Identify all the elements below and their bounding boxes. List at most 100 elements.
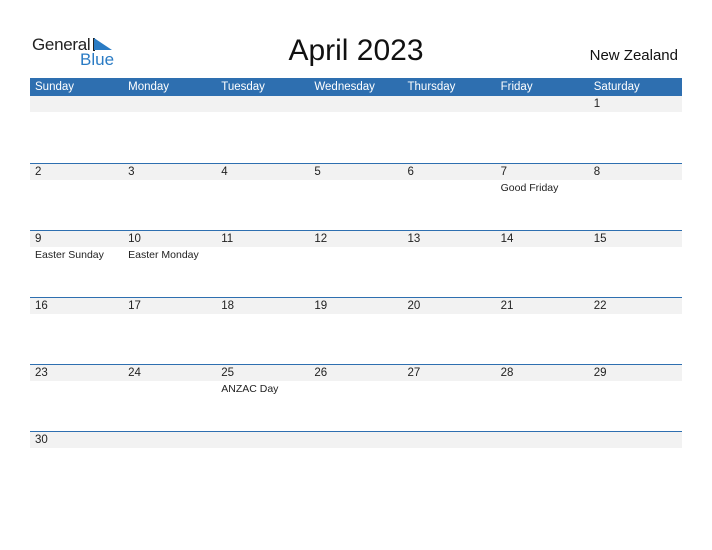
- holiday-label: [309, 448, 402, 449]
- weeks-container: 1 2 3 4 5 6 7 8 Good Friday 9 10 11 12 13 14 15 Easter S…: [30, 96, 682, 498]
- day-number: 5: [314, 166, 321, 178]
- day-number: 3: [128, 166, 135, 178]
- events-row: [30, 448, 682, 449]
- weekday-monday: Monday: [128, 81, 170, 93]
- holiday-label: [216, 314, 309, 315]
- holiday-label: [403, 247, 496, 262]
- holiday-label: [30, 448, 123, 449]
- day-number: 17: [128, 300, 141, 312]
- week-row: 30: [30, 431, 682, 498]
- date-strip: 1: [30, 96, 682, 112]
- day-number: [589, 432, 682, 448]
- day-number: 10: [128, 233, 141, 245]
- holiday-label: [496, 314, 589, 315]
- day-number: 28: [500, 367, 514, 379]
- day-number: [309, 96, 402, 112]
- day-number: 30: [35, 434, 48, 446]
- holiday-label: Easter Sunday: [35, 249, 104, 261]
- date-strip: 16 17 18 19 20 21 22: [30, 298, 682, 314]
- holiday-label: [403, 381, 496, 396]
- holiday-label: [309, 314, 402, 315]
- date-strip: 9 10 11 12 13 14 15: [30, 231, 682, 247]
- date-strip: 2 3 4 5 6 7 8: [30, 164, 682, 180]
- holiday-label: Easter Monday: [128, 249, 199, 261]
- day-number: 1: [593, 98, 601, 110]
- day-number: 15: [593, 233, 607, 245]
- week-row: 1: [30, 96, 682, 163]
- events-row: ANZAC Day: [30, 381, 682, 396]
- calendar-grid: Sunday Monday Tuesday Wednesday Thursday Frid…: [30, 78, 682, 498]
- day-number: [123, 432, 216, 448]
- holiday-label: [309, 180, 402, 195]
- weekday-header: Sunday Monday Tuesday Wednesday Thursday Frid…: [30, 78, 682, 96]
- holiday-label: [123, 180, 216, 195]
- holiday-label: [589, 112, 682, 113]
- day-number: 7: [500, 166, 508, 178]
- holiday-label: [216, 180, 309, 195]
- holiday-label: [589, 381, 682, 396]
- day-number: 6: [407, 166, 414, 178]
- day-number: 13: [407, 233, 421, 245]
- day-number: 16: [35, 300, 48, 312]
- day-number: [30, 96, 123, 112]
- weekday-friday: Friday: [500, 81, 533, 93]
- holiday-label: [403, 112, 496, 113]
- date-strip: 30: [30, 432, 682, 448]
- date-strip: 23 24 25 26 27 28 29: [30, 365, 682, 381]
- day-number: 23: [35, 367, 48, 379]
- events-row: [30, 314, 682, 315]
- holiday-label: [123, 448, 216, 449]
- holiday-label: Good Friday: [500, 182, 559, 194]
- weekday-wednesday: Wednesday: [314, 81, 375, 93]
- day-number: [216, 432, 309, 448]
- weekday-saturday: Saturday: [593, 81, 640, 93]
- holiday-label: [123, 314, 216, 315]
- holiday-label: [30, 381, 123, 396]
- day-number: [123, 96, 216, 112]
- day-number: 24: [128, 367, 141, 379]
- country-label: New Zealand: [589, 47, 678, 64]
- holiday-label: [216, 247, 309, 262]
- week-row: 2 3 4 5 6 7 8 Good Friday: [30, 163, 682, 230]
- weekday-sunday: Sunday: [35, 81, 75, 93]
- week-row: 9 10 11 12 13 14 15 Easter Sunday Easter Monday: [30, 230, 682, 297]
- holiday-label: [309, 381, 402, 396]
- events-row: Good Friday: [30, 180, 682, 195]
- weekday-tuesday: Tuesday: [221, 81, 265, 93]
- day-number: 19: [314, 300, 328, 312]
- day-number: 14: [500, 233, 514, 245]
- holiday-label: [589, 448, 682, 449]
- holiday-label: [496, 112, 589, 113]
- holiday-label: [309, 247, 402, 262]
- day-number: 22: [593, 300, 607, 312]
- day-number: [216, 96, 309, 112]
- events-row: Easter Sunday Easter Monday: [30, 247, 682, 262]
- holiday-label: [403, 448, 496, 449]
- holiday-label: [309, 112, 402, 113]
- holiday-label: [30, 112, 123, 113]
- day-number: [496, 96, 589, 112]
- holiday-label: [496, 247, 589, 262]
- day-number: [403, 432, 496, 448]
- holiday-label: [496, 381, 589, 396]
- holiday-label: [589, 180, 682, 195]
- holiday-label: [589, 247, 682, 262]
- day-number: 20: [407, 300, 421, 312]
- day-number: 11: [221, 233, 234, 245]
- day-number: 8: [593, 166, 601, 178]
- day-number: 9: [35, 233, 42, 245]
- day-number: 2: [35, 166, 42, 178]
- holiday-label: [30, 180, 123, 195]
- day-number: 18: [221, 300, 235, 312]
- holiday-label: [403, 314, 496, 315]
- week-row: 23 24 25 26 27 28 29 ANZAC Day: [30, 364, 682, 431]
- events-row: [30, 112, 682, 113]
- day-number: [309, 432, 402, 448]
- holiday-label: [123, 381, 216, 396]
- holiday-label: [403, 180, 496, 195]
- holiday-label: [496, 448, 589, 449]
- day-number: 27: [407, 367, 421, 379]
- day-number: [496, 432, 589, 448]
- day-number: 29: [593, 367, 607, 379]
- holiday-label: [123, 112, 216, 113]
